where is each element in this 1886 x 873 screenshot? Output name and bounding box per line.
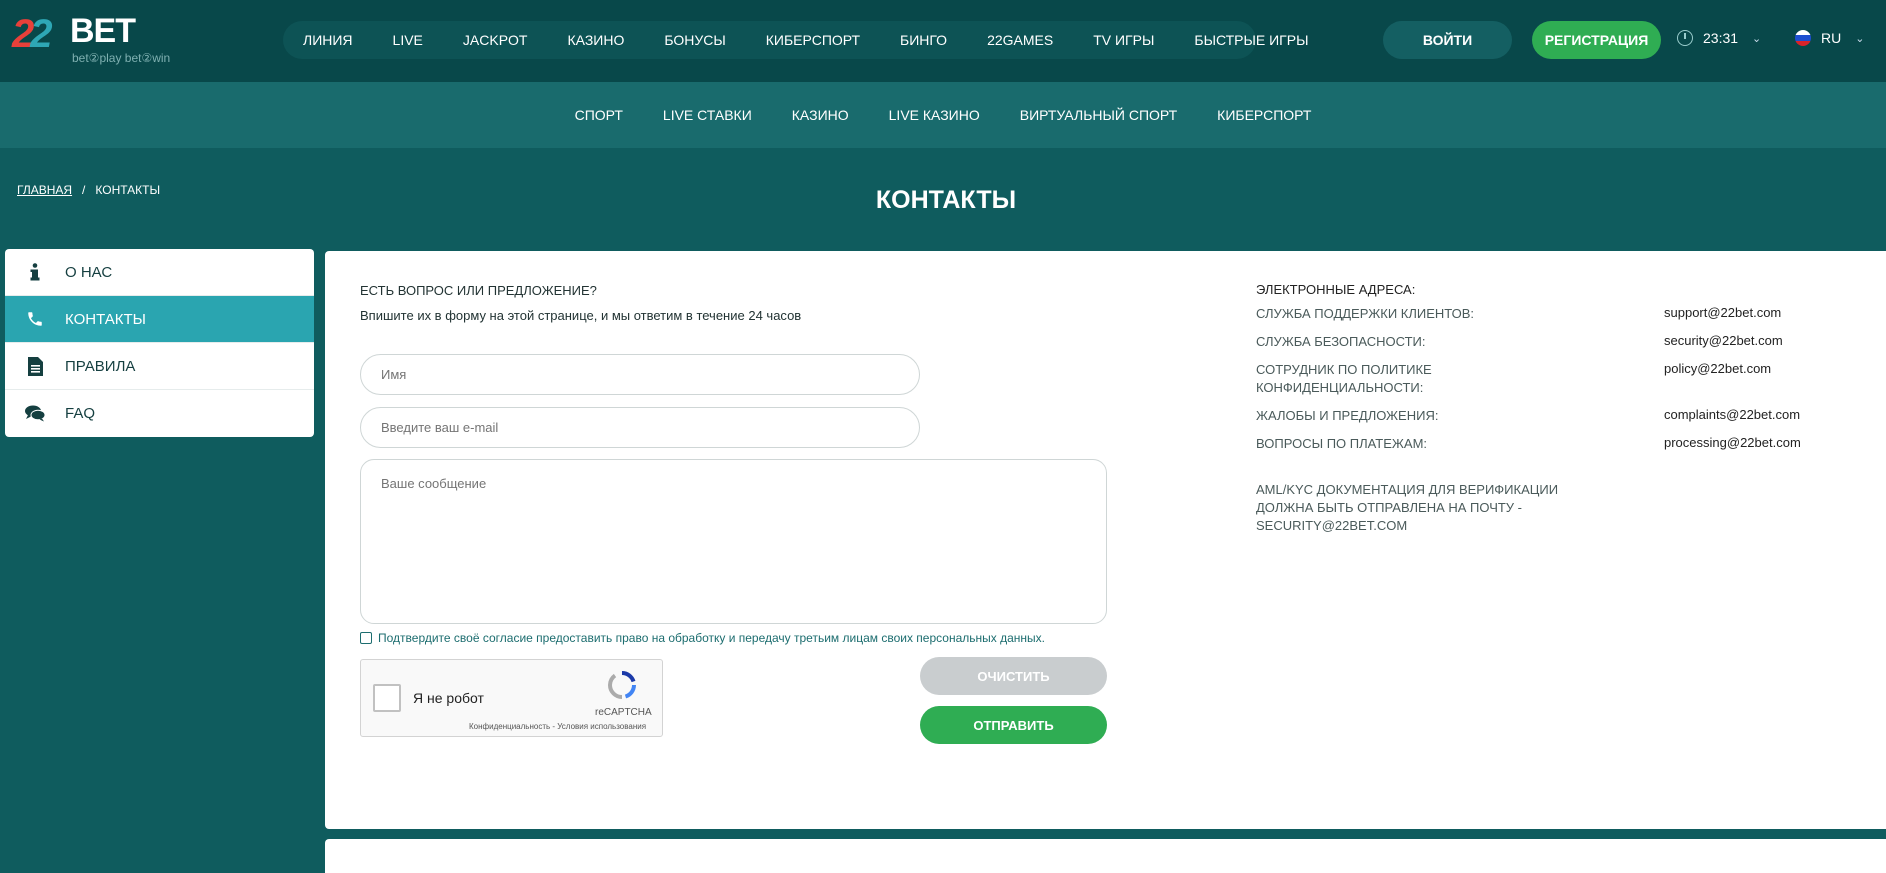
logo-brand: BET [70,12,136,50]
form-question: ЕСТЬ ВОПРОС ИЛИ ПРЕДЛОЖЕНИЕ? [360,283,597,298]
nav-item-casino[interactable]: КАЗИНО [567,32,624,48]
message-textarea[interactable] [360,459,1107,624]
sidebar: О НАС КОНТАКТЫ ПРАВИЛА FAQ [5,249,314,437]
send-button[interactable]: ОТПРАВИТЬ [920,706,1107,744]
clear-button[interactable]: ОЧИСТИТЬ [920,657,1107,695]
info-icon [25,262,45,282]
language-selector[interactable]: RU ⌄ [1795,30,1864,46]
russia-flag-icon [1795,30,1811,46]
form-subtitle: Впишите их в форму на этой странице, и м… [360,308,802,323]
logo[interactable]: 22 BET bet②play bet②win [12,10,192,68]
nav-item-liniya[interactable]: ЛИНИЯ [303,32,353,48]
time-selector[interactable]: 23:31 ⌄ [1677,30,1761,46]
nav-item-22games[interactable]: 22GAMES [987,32,1053,48]
sidebar-item-about[interactable]: О НАС [5,249,314,296]
contact-row: СОТРУДНИК ПО ПОЛИТИКЕ КОНФИДЕНЦИАЛЬНОСТИ… [1256,361,1856,407]
time-value: 23:31 [1703,30,1739,46]
contacts-panel: ЭЛЕКТРОННЫЕ АДРЕСА: СЛУЖБА ПОДДЕРЖКИ КЛИ… [1256,282,1856,535]
nav-item-fast-games[interactable]: БЫСТРЫЕ ИГРЫ [1194,32,1308,48]
nav-item-live[interactable]: LIVE [393,32,423,48]
sidebar-item-rules[interactable]: ПРАВИЛА [5,343,314,390]
subnav-casino[interactable]: КАЗИНО [792,107,849,123]
subnav-sport[interactable]: СПОРТ [575,107,623,123]
recaptcha-widget: Я не робот reCAPTCHA Конфиденциальность … [360,659,663,737]
chevron-down-icon: ⌄ [1752,32,1762,45]
contact-email[interactable]: support@22bet.com [1664,305,1781,320]
sidebar-item-label: ПРАВИЛА [65,357,136,375]
lower-card [325,839,1886,873]
top-header: 22 BET bet②play bet②win ЛИНИЯ LIVE JACKP… [0,0,1886,82]
recaptcha-brand: reCAPTCHA [595,707,652,718]
logo-number: 22 [12,12,53,56]
document-icon [25,356,45,376]
logo-tagline: bet②play bet②win [72,51,171,65]
main-nav: ЛИНИЯ LIVE JACKPOT КАЗИНО БОНУСЫ КИБЕРСП… [283,21,1309,59]
consent-checkbox[interactable] [360,632,372,644]
contacts-heading: ЭЛЕКТРОННЫЕ АДРЕСА: [1256,282,1416,297]
contact-row: СЛУЖБА БЕЗОПАСНОСТИ: security@22bet.com [1256,333,1856,361]
chat-icon [25,404,45,424]
clock-icon [1677,30,1693,46]
recaptcha-checkbox[interactable] [373,684,401,712]
contact-card: ЕСТЬ ВОПРОС ИЛИ ПРЕДЛОЖЕНИЕ? Впишите их … [325,251,1886,829]
chevron-down-icon: ⌄ [1855,32,1865,45]
contact-email[interactable]: policy@22bet.com [1664,361,1771,376]
contact-label: СЛУЖБА ПОДДЕРЖКИ КЛИЕНТОВ: [1256,306,1475,321]
page-title: КОНТАКТЫ [875,186,1017,214]
email-input[interactable] [360,407,920,448]
sidebar-item-faq[interactable]: FAQ [5,390,314,437]
sub-nav: СПОРТ LIVE СТАВКИ КАЗИНО LIVE КАЗИНО ВИР… [0,82,1886,148]
nav-item-bonuses[interactable]: БОНУСЫ [664,32,725,48]
sidebar-item-contacts[interactable]: КОНТАКТЫ [5,296,314,343]
sidebar-item-label: FAQ [65,405,96,422]
contact-label: ВОПРОСЫ ПО ПЛАТЕЖАМ: [1256,436,1428,451]
consent-row: Подтвердите своё согласие предоставить п… [360,631,1045,645]
contact-email[interactable]: processing@22bet.com [1664,435,1801,450]
nav-item-bingo[interactable]: БИНГО [900,32,947,48]
aml-note: AML/KYC ДОКУМЕНТАЦИЯ ДЛЯ ВЕРИФИКАЦИИ ДОЛ… [1256,482,1559,533]
contact-label: ЖАЛОБЫ И ПРЕДЛОЖЕНИЯ: [1256,408,1439,423]
contact-row: ВОПРОСЫ ПО ПЛАТЕЖАМ: processing@22bet.co… [1256,435,1856,463]
contact-label: СЛУЖБА БЕЗОПАСНОСТИ: [1256,334,1426,349]
consent-label[interactable]: Подтвердите своё согласие предоставить п… [378,631,1045,645]
register-button[interactable]: РЕГИСТРАЦИЯ [1532,21,1661,59]
sidebar-item-label: КОНТАКТЫ [65,310,146,328]
nav-item-tv-games[interactable]: TV ИГРЫ [1093,32,1154,48]
nav-item-jackpot[interactable]: JACKPOT [463,32,528,48]
contact-row: ЖАЛОБЫ И ПРЕДЛОЖЕНИЯ: complaints@22bet.c… [1256,407,1856,435]
nav-item-esports[interactable]: КИБЕРСПОРТ [766,32,860,48]
recaptcha-logo-icon [607,670,637,700]
name-input[interactable] [360,354,920,395]
contact-email[interactable]: complaints@22bet.com [1664,407,1800,422]
recaptcha-label: Я не робот [413,690,484,706]
login-button[interactable]: ВОЙТИ [1383,21,1512,59]
sidebar-item-label: О НАС [65,263,113,281]
subnav-live-casino[interactable]: LIVE КАЗИНО [889,107,980,123]
subnav-virtual-sport[interactable]: ВИРТУАЛЬНЫЙ СПОРТ [1020,107,1177,123]
subnav-esports[interactable]: КИБЕРСПОРТ [1217,107,1311,123]
recaptcha-links[interactable]: Конфиденциальность - Условия использован… [469,722,646,731]
language-code: RU [1821,30,1842,46]
contact-label: СОТРУДНИК ПО ПОЛИТИКЕ КОНФИДЕНЦИАЛЬНОСТИ… [1256,362,1432,395]
subnav-live-bets[interactable]: LIVE СТАВКИ [663,107,752,123]
contact-email[interactable]: security@22bet.com [1664,333,1783,348]
phone-icon [25,309,45,329]
contact-row: СЛУЖБА ПОДДЕРЖКИ КЛИЕНТОВ: support@22bet… [1256,305,1856,333]
